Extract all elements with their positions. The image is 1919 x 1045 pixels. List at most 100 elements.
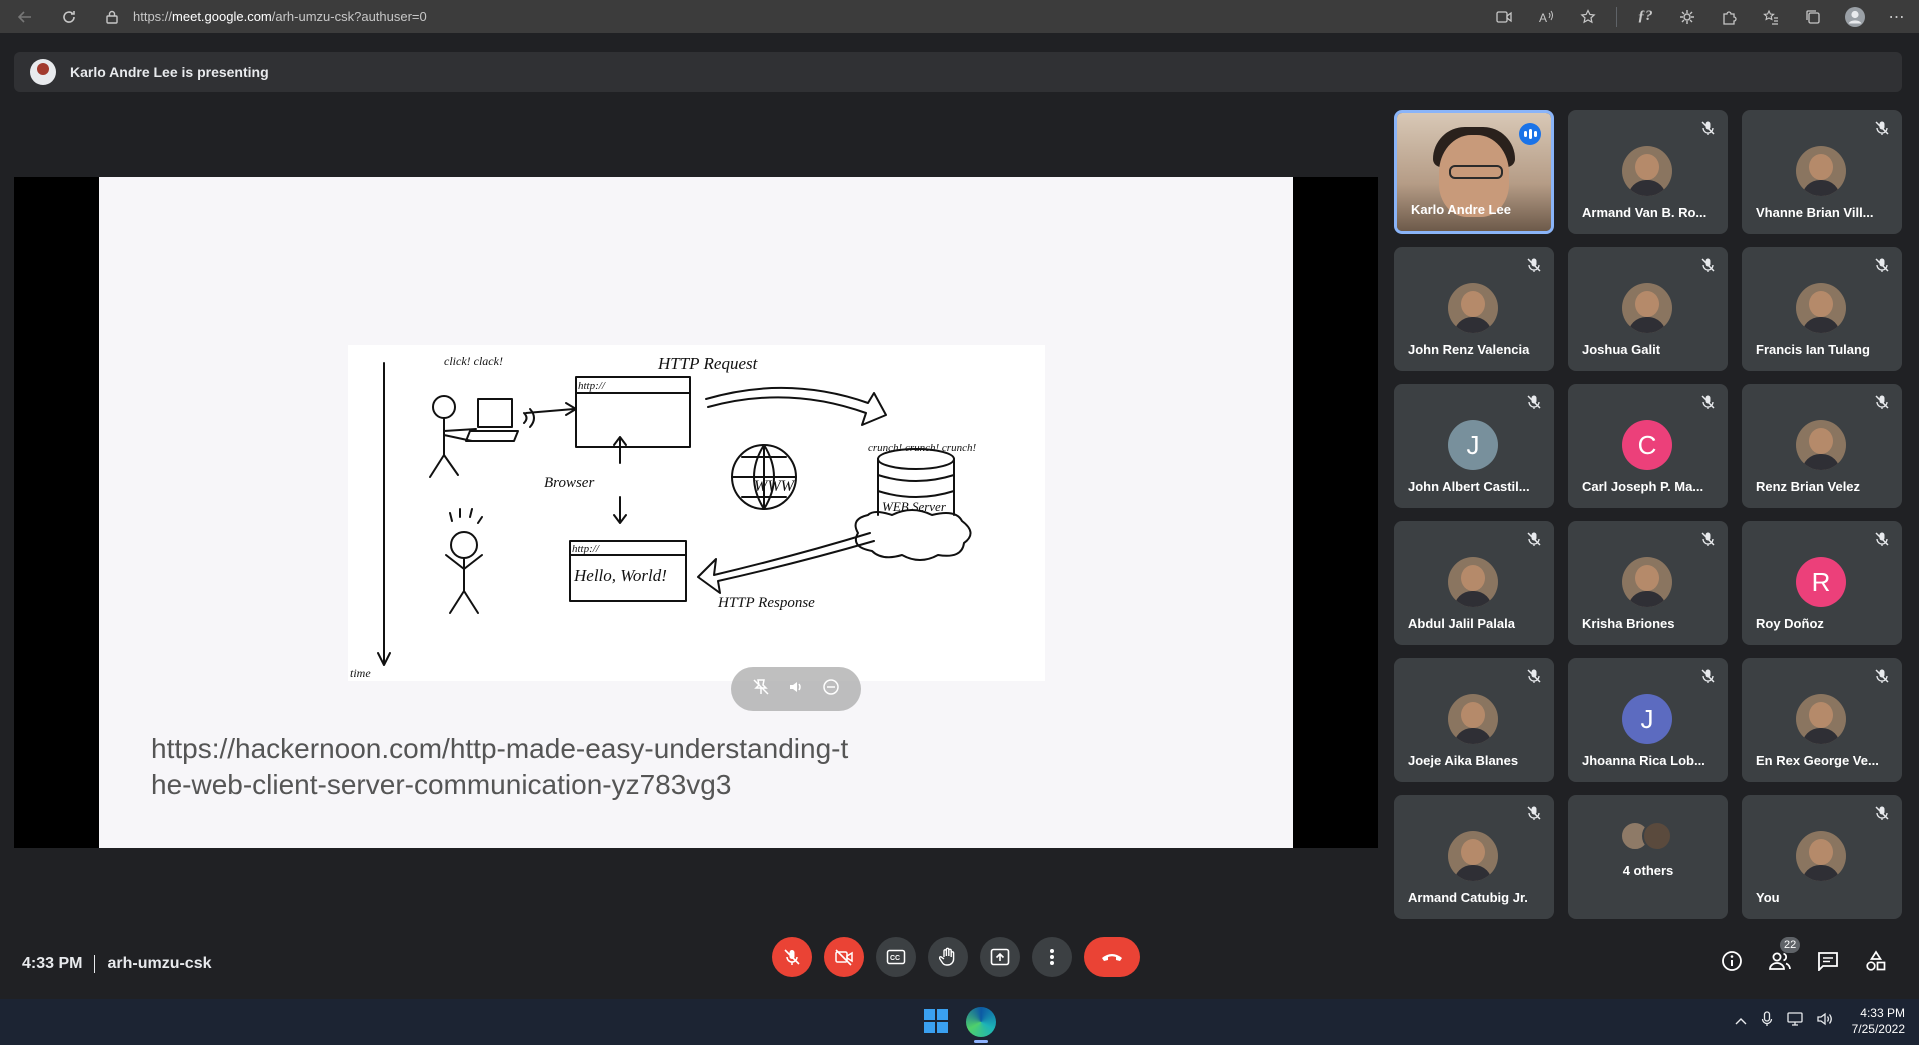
favorites-list-icon[interactable]: [1757, 3, 1785, 31]
windows-taskbar: 4:33 PM 7/25/2022: [0, 999, 1919, 1045]
participant-tile[interactable]: Abdul Jalil Palala: [1394, 521, 1554, 645]
people-button[interactable]: 22: [1764, 937, 1801, 977]
participant-tile[interactable]: Renz Brian Velez: [1742, 384, 1902, 508]
taskbar-clock[interactable]: 4:33 PM 7/25/2022: [1852, 1005, 1905, 1037]
mic-muted-icon: [1526, 805, 1542, 821]
url-scheme: https://: [133, 9, 173, 24]
slide-url-line-2: he-web-client-server-communication-yz783…: [151, 769, 732, 800]
presentation-stage[interactable]: click! clack! http:// HTTP Request Brows…: [14, 177, 1378, 848]
font-extension-icon[interactable]: ƒ?: [1631, 3, 1659, 31]
participant-avatar: [1622, 557, 1672, 607]
mic-muted-icon: [1874, 805, 1890, 821]
participant-tile[interactable]: R Roy Doñoz: [1742, 521, 1902, 645]
participant-name: John Albert Castil...: [1408, 479, 1530, 494]
taskbar-date: 7/25/2022: [1851, 1022, 1905, 1036]
tray-chevron-up-icon[interactable]: [1735, 1013, 1747, 1028]
participant-name: Francis Ian Tulang: [1756, 342, 1870, 357]
more-vert-icon: [1050, 949, 1054, 965]
extension-gear-icon[interactable]: [1673, 3, 1701, 31]
collections-icon[interactable]: [1799, 3, 1827, 31]
diagram-label-web-server: WEB Server: [882, 499, 947, 514]
presentation-media-controls[interactable]: [731, 667, 861, 711]
meeting-details-button[interactable]: [1716, 945, 1748, 977]
diagram-label-www: WWW: [754, 478, 796, 495]
speaking-indicator-icon: [1519, 123, 1541, 145]
participant-tile[interactable]: You: [1742, 795, 1902, 919]
mic-muted-icon: [1874, 394, 1890, 410]
camera-toggle-button[interactable]: [824, 937, 864, 977]
address-bar[interactable]: https://meet.google.com/arh-umzu-csk?aut…: [105, 4, 1585, 29]
browser-actions: A ƒ? ⋯: [1476, 0, 1911, 33]
participant-tile[interactable]: Krisha Briones: [1568, 521, 1728, 645]
participant-tile[interactable]: Karlo Andre Lee: [1394, 110, 1554, 234]
volume-icon[interactable]: [787, 678, 805, 701]
participant-name: Joshua Galit: [1582, 342, 1661, 357]
info-icon: [1722, 951, 1742, 971]
mic-muted-icon: [1874, 120, 1890, 136]
microphone-toggle-button[interactable]: [772, 937, 812, 977]
participant-tile[interactable]: J Jhoanna Rica Lob...: [1568, 658, 1728, 782]
windows-start-icon[interactable]: [924, 1009, 948, 1033]
presenting-banner: Karlo Andre Lee is presenting: [14, 52, 1902, 92]
chat-button[interactable]: [1812, 945, 1844, 977]
participant-tile[interactable]: Vhanne Brian Vill...: [1742, 110, 1902, 234]
captions-button[interactable]: CC: [876, 937, 916, 977]
active-app-indicator: [974, 1040, 988, 1043]
camera-indicator-icon[interactable]: [1490, 3, 1518, 31]
participant-tile[interactable]: En Rex George Ve...: [1742, 658, 1902, 782]
presenter-avatar: [30, 59, 56, 85]
participant-tile[interactable]: Joeje Aika Blanes: [1394, 658, 1554, 782]
mic-muted-icon: [1874, 531, 1890, 547]
edge-browser-icon[interactable]: [966, 1007, 996, 1037]
participant-name: Armand Catubig Jr.: [1408, 890, 1528, 905]
participant-tile[interactable]: Armand Van B. Ro...: [1568, 110, 1728, 234]
participant-tile[interactable]: J John Albert Castil...: [1394, 384, 1554, 508]
more-menu-icon[interactable]: ⋯: [1883, 3, 1911, 31]
back-icon[interactable]: [12, 4, 38, 30]
profile-avatar-icon[interactable]: [1841, 3, 1869, 31]
browser-toolbar: https://meet.google.com/arh-umzu-csk?aut…: [0, 0, 1919, 33]
more-options-button[interactable]: [1032, 937, 1072, 977]
leave-call-button[interactable]: [1084, 937, 1140, 977]
participant-avatar: [1448, 694, 1498, 744]
participant-name: Jhoanna Rica Lob...: [1582, 753, 1705, 768]
unpin-icon[interactable]: [752, 678, 770, 701]
minimize-icon[interactable]: [822, 678, 840, 701]
http-diagram: click! clack! http:// HTTP Request Brows…: [348, 345, 1045, 681]
present-now-button[interactable]: [980, 937, 1020, 977]
participant-name: 4 others: [1622, 863, 1674, 878]
diagram-label-http-response: HTTP Response: [717, 595, 815, 611]
tray-microphone-icon[interactable]: [1761, 1011, 1773, 1030]
participant-tile[interactable]: John Renz Valencia: [1394, 247, 1554, 371]
participant-tile[interactable]: Joshua Galit: [1568, 247, 1728, 371]
svg-text:A: A: [1539, 11, 1547, 24]
participant-avatar: [1796, 146, 1846, 196]
participant-tile[interactable]: Armand Catubig Jr.: [1394, 795, 1554, 919]
participant-avatar: [1622, 146, 1672, 196]
participant-tile[interactable]: C Carl Joseph P. Ma...: [1568, 384, 1728, 508]
diagram-label-hello-world: Hello, World!: [573, 566, 667, 585]
participant-avatar: [1448, 283, 1498, 333]
participant-avatar: [1448, 557, 1498, 607]
diagram-label-http-bottom: http://: [572, 543, 600, 555]
favorite-star-icon[interactable]: [1574, 3, 1602, 31]
participant-avatar: [1622, 283, 1672, 333]
mic-muted-icon: [1700, 120, 1716, 136]
extensions-puzzle-icon[interactable]: [1715, 3, 1743, 31]
participant-tile[interactable]: 4 others: [1568, 795, 1728, 919]
tray-network-icon[interactable]: [1787, 1012, 1803, 1029]
svg-text:CC: CC: [890, 955, 900, 962]
hand-icon: [939, 947, 955, 966]
activities-button[interactable]: [1860, 945, 1892, 977]
reload-icon[interactable]: [56, 4, 82, 30]
diagram-label-time: time: [350, 666, 371, 680]
presentation-slide: click! clack! http:// HTTP Request Brows…: [99, 177, 1293, 848]
participant-name: Carl Joseph P. Ma...: [1582, 479, 1704, 494]
activities-shapes-icon: [1866, 950, 1886, 971]
mic-muted-icon: [1700, 668, 1716, 684]
tray-volume-icon[interactable]: [1817, 1012, 1833, 1029]
participant-tile[interactable]: Francis Ian Tulang: [1742, 247, 1902, 371]
participant-avatar: J: [1448, 420, 1498, 470]
read-aloud-icon[interactable]: A: [1532, 3, 1560, 31]
raise-hand-button[interactable]: [928, 937, 968, 977]
